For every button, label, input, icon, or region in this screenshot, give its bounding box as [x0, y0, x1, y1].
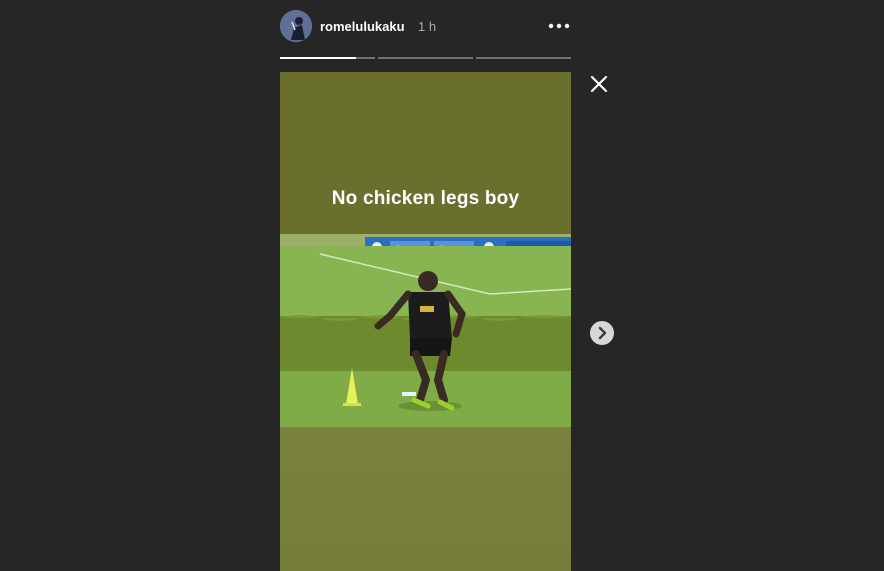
time-ago: 1 h: [418, 19, 437, 34]
close-icon: [590, 75, 608, 93]
progress-segment: [378, 57, 473, 59]
progress-segment: [280, 57, 375, 59]
chevron-right-icon: [598, 326, 607, 340]
story-header: romelulukaku 1 h: [280, 10, 571, 42]
username[interactable]: romelulukaku: [320, 19, 405, 34]
story-progress: [280, 57, 571, 59]
more-options-button[interactable]: [547, 16, 571, 36]
close-button[interactable]: [589, 74, 609, 94]
next-story-button[interactable]: [590, 321, 614, 345]
training-photo: Lenovo Lenovo: [280, 234, 571, 427]
progress-segment: [476, 57, 571, 59]
story-caption: No chicken legs boy: [331, 188, 520, 209]
story-background-bottom: [280, 427, 571, 571]
avatar[interactable]: [280, 10, 312, 42]
story-viewer: romelulukaku 1 h No chicken legs boy Len…: [0, 0, 884, 571]
story-content[interactable]: No chicken legs boy Lenovo Lenovo: [280, 72, 571, 571]
more-horizontal-icon: [548, 23, 570, 29]
